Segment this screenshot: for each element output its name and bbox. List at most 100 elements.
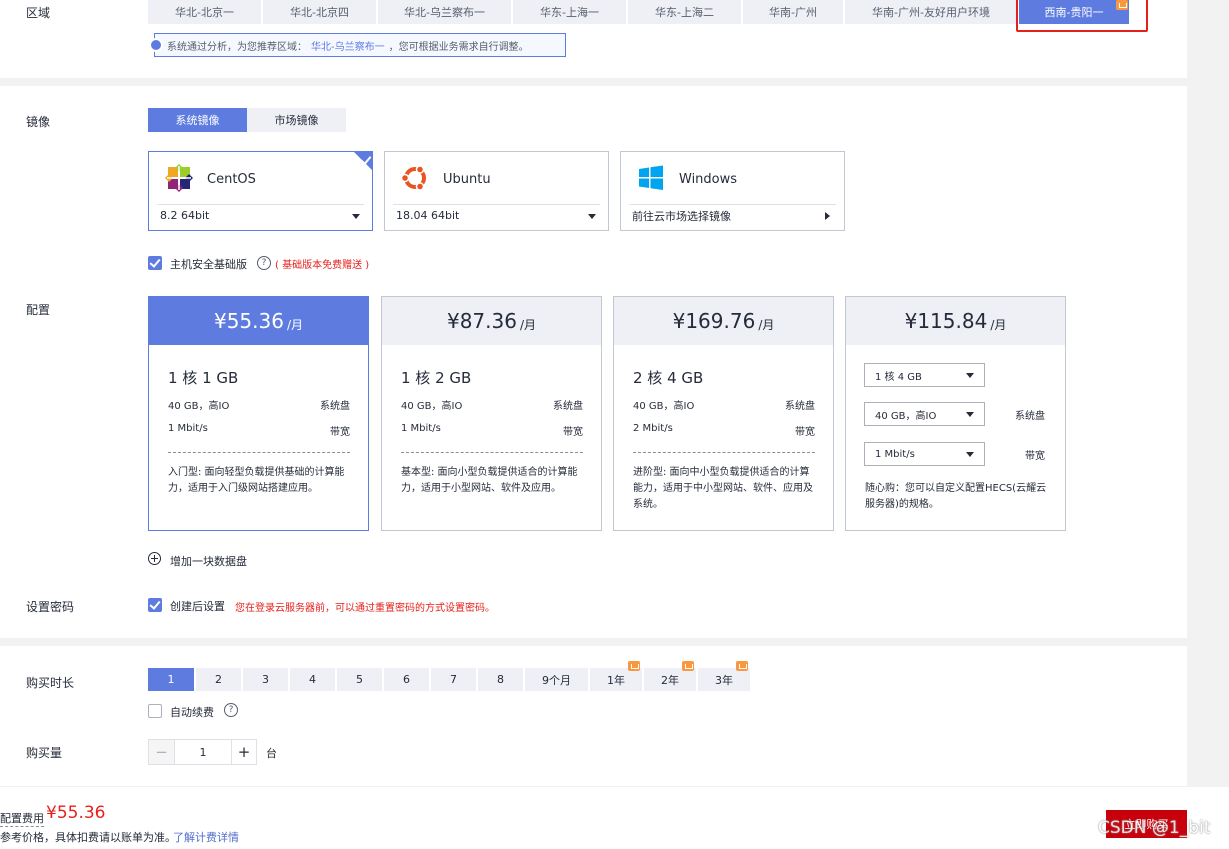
custom-disk-select[interactable]: 40 GB，高IO — [864, 402, 985, 426]
config-card-basic[interactable]: ¥87.36 /月 1 核 2 GB 40 GB，高IO 系统盘 1 Mbit/s… — [381, 296, 602, 531]
config-price-unit: /月 — [758, 317, 775, 332]
tip-suffix: ，您可根据业务需求自行调整。 — [388, 41, 529, 53]
config-price: ¥55.36 — [213, 309, 284, 333]
region-tab[interactable]: 华南-广州 — [743, 0, 843, 24]
auto-renew-label: 自动续费 — [170, 706, 214, 719]
bandwidth-label: 带宽 — [330, 427, 350, 438]
os-card-windows[interactable]: Windows 前往云市场选择镜像 — [620, 151, 845, 231]
auto-renew-checkbox[interactable] — [148, 704, 162, 718]
duration-option[interactable]: 6 — [384, 668, 429, 691]
watermark-text: CSDN @1_bit — [1098, 818, 1211, 838]
chevron-down-icon — [588, 214, 596, 219]
config-label: 配置 — [26, 303, 51, 317]
divider — [401, 452, 583, 453]
duration-option[interactable]: 5 — [337, 668, 382, 691]
duration-option[interactable]: 9个月 — [525, 668, 588, 691]
fee-label: 配置费用 — [0, 812, 44, 827]
config-bandwidth-row: 1 Mbit/s 带宽 — [168, 423, 350, 438]
windows-logo-icon — [639, 165, 663, 190]
tab-system-image[interactable]: 系统镜像 — [148, 108, 247, 132]
discount-tag-icon — [628, 661, 640, 671]
config-description: 基本型: 面向小型负载提供适合的计算能力，适用于小型网站、软件及应用。 — [401, 467, 578, 494]
help-icon[interactable]: ? — [224, 703, 238, 717]
add-data-disk-link[interactable]: 增加一块数据盘 — [170, 553, 247, 569]
tip-prefix: 系统通过分析，为您推荐区域： — [167, 41, 307, 53]
os-card-centos[interactable]: CentOS 8.2 64bit — [148, 151, 373, 231]
security-checkbox[interactable] — [148, 256, 162, 270]
chevron-down-icon — [966, 373, 974, 378]
duration-option[interactable]: 4 — [290, 668, 335, 691]
os-name: Ubuntu — [443, 172, 491, 187]
ubuntu-logo-icon — [401, 165, 426, 191]
password-label: 设置密码 — [26, 600, 75, 614]
billing-details-link[interactable]: 了解计费详情 — [173, 829, 239, 845]
bandwidth-label: 带宽 — [795, 427, 815, 438]
increment-button[interactable]: + — [231, 740, 256, 764]
custom-spec-select[interactable]: 1 核 4 GB — [864, 363, 985, 387]
help-icon[interactable]: ? — [257, 256, 271, 270]
duration-option[interactable]: 3 — [243, 668, 288, 691]
bandwidth-label: 带宽 — [563, 427, 583, 438]
duration-option[interactable]: 8 — [478, 668, 523, 691]
set-later-checkbox[interactable] — [148, 598, 162, 612]
config-price-header: ¥115.84 /月 — [846, 297, 1065, 345]
disk-label: 系统盘 — [1015, 411, 1045, 422]
config-description: 入门型: 面向轻型负载提供基础的计算能力，适用于入门级网站搭建应用。 — [168, 467, 345, 494]
region-tab[interactable]: 华北-乌兰察布一 — [378, 0, 511, 24]
duration-option[interactable]: 1 — [148, 668, 194, 691]
centos-logo-icon — [165, 164, 193, 192]
selected-check-icon — [354, 152, 372, 170]
market-image-link[interactable]: 前往云市场选择镜像 — [629, 204, 836, 226]
config-spec: 2 核 4 GB — [633, 369, 704, 387]
duration-option[interactable]: 3年 — [698, 668, 750, 691]
os-version-value: 8.2 64bit — [160, 209, 210, 222]
tab-market-image[interactable]: 市场镜像 — [247, 108, 346, 132]
image-type-tabs: 系统镜像 市场镜像 — [148, 108, 346, 132]
disk-value: 40 GB，高IO — [401, 401, 463, 412]
config-card-custom[interactable]: ¥115.84 /月 1 核 4 GB 40 GB，高IO 系统盘 1 Mbit… — [845, 296, 1066, 531]
chevron-right-icon — [825, 212, 830, 220]
disk-label: 系统盘 — [553, 401, 583, 412]
config-card-advanced[interactable]: ¥169.76 /月 2 核 4 GB 40 GB，高IO 系统盘 2 Mbit/… — [613, 296, 834, 531]
quantity-input[interactable]: 1 — [174, 740, 231, 764]
os-name: CentOS — [207, 172, 256, 187]
os-version-value: 18.04 64bit — [396, 209, 460, 222]
tip-recommended-region[interactable]: 华北-乌兰察布一 — [311, 38, 385, 53]
os-card-ubuntu[interactable]: Ubuntu 18.04 64bit — [384, 151, 609, 231]
custom-bandwidth-select[interactable]: 1 Mbit/s — [864, 442, 985, 466]
region-tab[interactable]: 华东-上海一 — [513, 0, 626, 24]
discount-tag-icon — [736, 661, 748, 671]
decrement-button[interactable]: − — [149, 740, 174, 764]
config-bandwidth-row: 2 Mbit/s 带宽 — [633, 423, 815, 438]
duration-option[interactable]: 2年 — [644, 668, 696, 691]
image-label: 镜像 — [26, 115, 51, 129]
config-card-entry[interactable]: ¥55.36 /月 1 核 1 GB 40 GB，高IO 系统盘 1 Mbit/s… — [148, 296, 369, 531]
disk-value: 40 GB，高IO — [168, 401, 230, 412]
config-price-unit: /月 — [519, 317, 537, 332]
os-version-select[interactable]: 18.04 64bit — [393, 204, 600, 226]
page-gutter — [1187, 0, 1229, 849]
discount-tag-icon — [1116, 0, 1128, 10]
bandwidth-value: 2 Mbit/s — [633, 423, 673, 434]
duration-option[interactable]: 7 — [431, 668, 476, 691]
region-recommend-tip: 系统通过分析，为您推荐区域： 华北-乌兰察布一 ，您可根据业务需求自行调整。 — [149, 33, 566, 57]
os-name: Windows — [679, 172, 738, 187]
add-circle-icon[interactable] — [148, 552, 161, 565]
config-disk-row: 40 GB，高IO 系统盘 — [168, 397, 350, 412]
duration-option[interactable]: 1年 — [590, 668, 642, 691]
config-description: 进阶型: 面向中小型负载提供适合的计算能力，适用于中小型网站、软件、应用及系统。 — [633, 467, 813, 510]
custom-spec-value: 1 核 4 GB — [875, 371, 922, 383]
region-tab[interactable]: 华南-广州-友好用户环境 — [845, 0, 1017, 24]
region-tab[interactable]: 华北-北京四 — [263, 0, 376, 24]
region-tab[interactable]: 华北-北京一 — [148, 0, 261, 24]
fee-value: ¥55.36 — [46, 803, 106, 823]
security-label: 主机安全基础版 — [170, 258, 247, 271]
config-price-header: ¥169.76 /月 — [614, 297, 833, 345]
duration-option[interactable]: 2 — [196, 668, 241, 691]
region-tab[interactable]: 华东-上海二 — [628, 0, 741, 24]
bandwidth-label: 带宽 — [1025, 451, 1045, 462]
config-price-header: ¥87.36 /月 — [382, 297, 601, 345]
config-price-header: ¥55.36 /月 — [149, 297, 368, 345]
os-version-select[interactable]: 8.2 64bit — [157, 204, 364, 226]
config-bandwidth-row: 1 Mbit/s 带宽 — [401, 423, 583, 438]
